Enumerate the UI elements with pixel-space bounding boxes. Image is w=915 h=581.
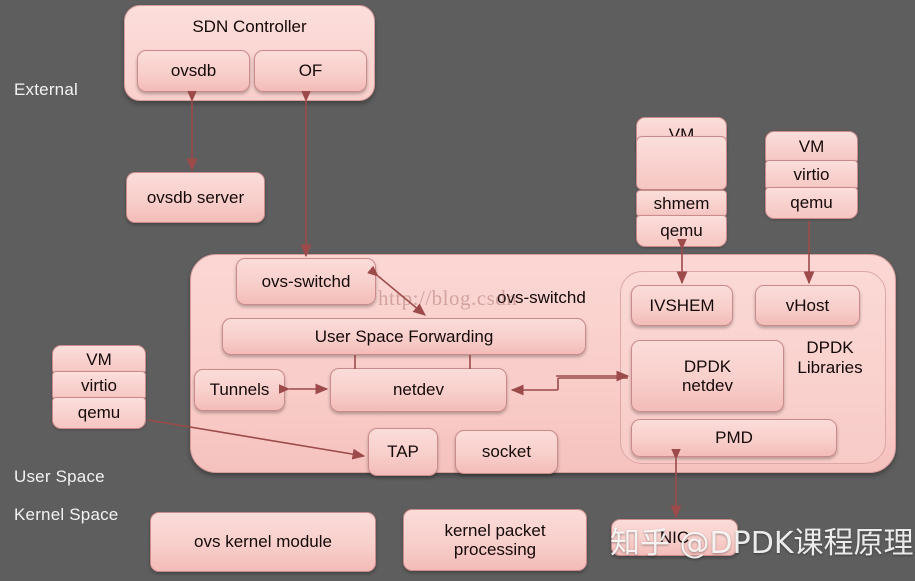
node-vhost-label: vHost <box>785 295 830 315</box>
node-pmd[interactable]: PMD <box>631 419 837 457</box>
vm-virtio-right-row-qemu-label: qemu <box>790 193 833 212</box>
node-ovs-kernel-module-label: ovs kernel module <box>194 532 332 552</box>
vm-dpdk-row-shmem-label: shmem <box>653 193 710 213</box>
vm-virtio-right-row-vm-label: VM <box>798 137 825 156</box>
vm-virtio-right-row-qemu[interactable]: qemu <box>765 187 858 219</box>
dpdk-libraries-title: DPDK Libraries <box>797 338 863 378</box>
watermark-zhihu-text: 知乎 @DPDK课程原理 <box>610 526 914 561</box>
node-kernel-packet-processing[interactable]: kernel packet processing <box>403 509 587 571</box>
node-netdev-label: netdev <box>392 380 445 400</box>
zone-label-external: External <box>14 80 78 99</box>
node-tunnels[interactable]: Tunnels <box>194 369 285 411</box>
vm-virtio-right-row-virtio-label: virtio <box>793 165 830 184</box>
vm-virtio-left-row-qemu-label: qemu <box>77 403 121 422</box>
node-ovsdb-server[interactable]: ovsdb server <box>126 172 265 223</box>
node-ovsdb[interactable]: ovsdb <box>137 50 250 92</box>
node-user-space-forwarding-label: User Space Forwarding <box>314 326 494 346</box>
sdn-controller-title: SDN Controller <box>192 17 307 36</box>
node-pmd-label: PMD <box>715 428 753 448</box>
node-ovs-kernel-module[interactable]: ovs kernel module <box>150 512 376 572</box>
vm-dpdk-row-shmem[interactable]: shmem <box>636 190 727 217</box>
diagram-canvas: External User Space Kernel Space SDN Con… <box>0 0 915 581</box>
vm-virtio-left-row-virtio-label: virtio <box>81 375 117 395</box>
vm-virtio-left-row-qemu[interactable]: qemu <box>52 397 146 429</box>
node-user-space-forwarding[interactable]: User Space Forwarding <box>222 318 586 355</box>
vm-virtio-left-row-virtio[interactable]: virtio <box>52 371 146 400</box>
node-ivshem[interactable]: IVSHEM <box>631 285 733 326</box>
vm-virtio-left-row-vm[interactable]: VM <box>52 345 146 374</box>
vm-dpdk-outer-shell <box>636 136 727 190</box>
node-ivshem-label: IVSHEM <box>649 295 715 315</box>
zone-label-user-space: User Space <box>14 467 105 486</box>
node-netdev[interactable]: netdev <box>330 368 507 412</box>
zone-label-kernel-space: Kernel Space <box>14 505 119 524</box>
node-of[interactable]: OF <box>254 50 367 92</box>
node-socket-label: socket <box>481 442 532 462</box>
node-tap[interactable]: TAP <box>368 428 438 476</box>
node-dpdk-netdev-label: DPDK netdev <box>681 356 734 395</box>
node-ovsdb-label: ovsdb <box>170 61 217 81</box>
watermark-url: http://blog.csdn <box>378 286 518 310</box>
vm-dpdk-row-qemu[interactable]: qemu <box>636 215 727 247</box>
node-dpdk-netdev[interactable]: DPDK netdev <box>631 340 784 412</box>
vm-virtio-right-row-vm[interactable]: VM <box>765 131 858 163</box>
node-tunnels-label: Tunnels <box>209 380 270 400</box>
node-ovs-switchd[interactable]: ovs-switchd <box>236 258 376 305</box>
node-vhost[interactable]: vHost <box>755 285 860 326</box>
watermark-zhihu: 知乎 @DPDK课程原理 <box>610 518 914 562</box>
node-of-label: OF <box>298 61 323 81</box>
vm-dpdk-row-qemu-label: qemu <box>660 221 703 240</box>
vm-virtio-right-row-virtio[interactable]: virtio <box>765 160 858 190</box>
node-ovs-switchd-label: ovs-switchd <box>261 271 351 291</box>
node-kernel-packet-processing-label: kernel packet processing <box>444 520 546 559</box>
node-socket[interactable]: socket <box>455 430 558 474</box>
vm-virtio-left-row-vm-label: VM <box>86 349 112 369</box>
node-tap-label: TAP <box>387 442 419 462</box>
node-ovsdb-server-label: ovsdb server <box>146 187 245 207</box>
